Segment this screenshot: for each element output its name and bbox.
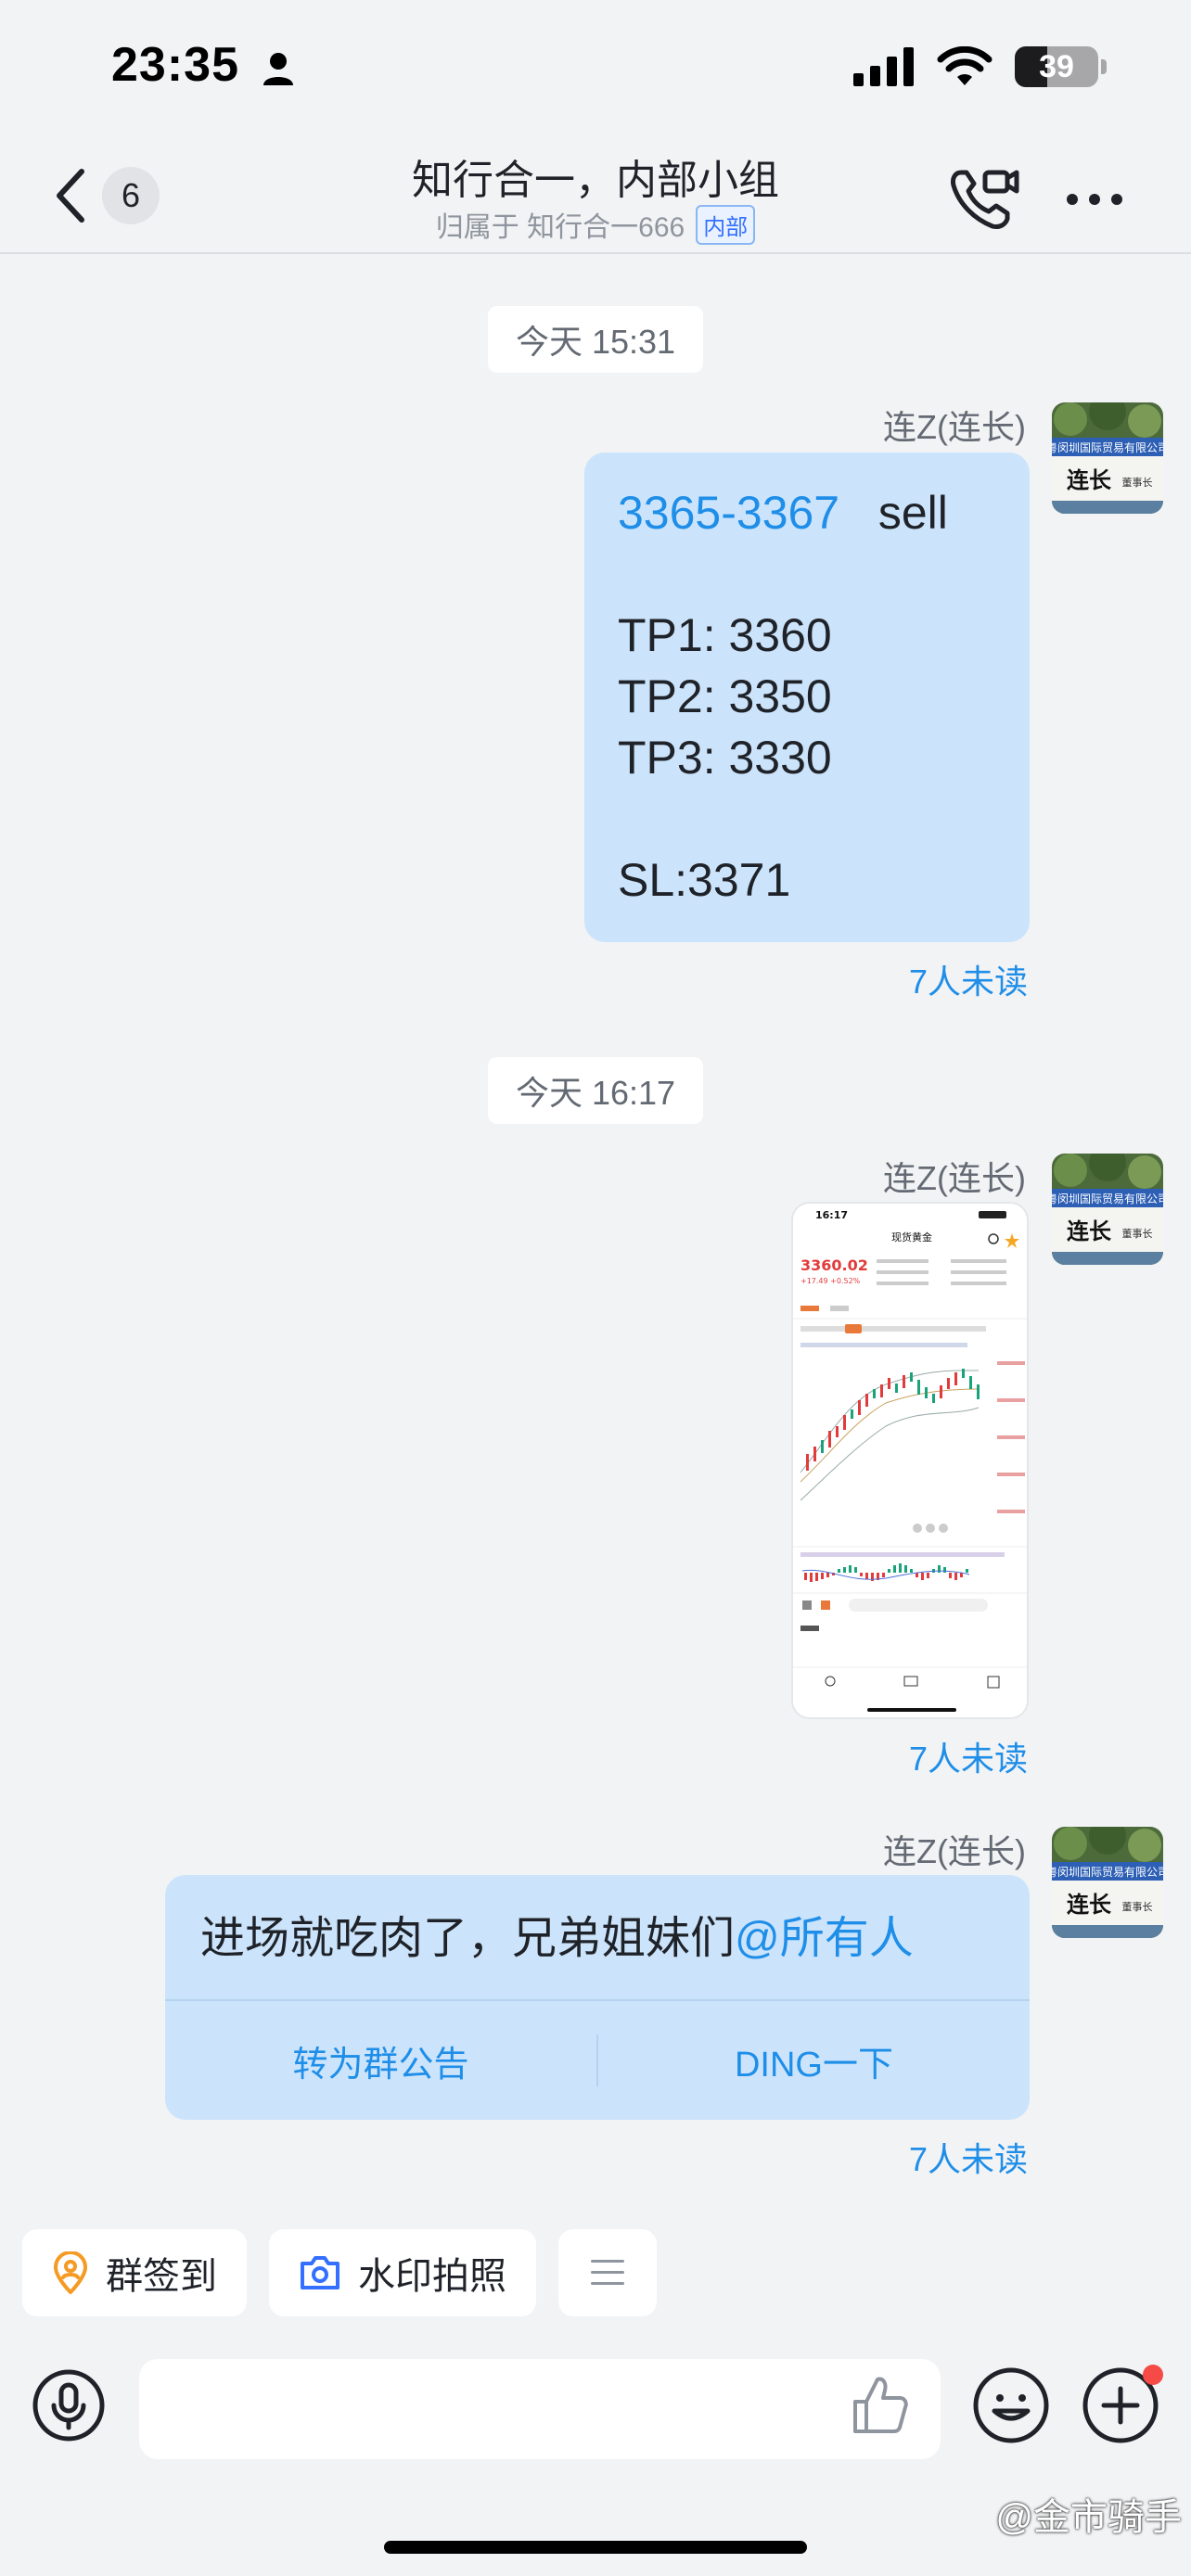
svg-text:连长: 连长 [1067, 1891, 1112, 1918]
trade-action: sell [877, 487, 948, 539]
video-call-icon[interactable] [946, 161, 1020, 236]
trade-entry-line: 3365-3367 sell [618, 482, 996, 543]
person-icon [263, 53, 293, 85]
svg-text:现货黄金: 现货黄金 [891, 1231, 932, 1243]
menu-icon [591, 2260, 624, 2285]
svg-text:粤闵圳国际贸易有限公司: 粤闵圳国际贸易有限公司 [1052, 1192, 1163, 1205]
ding-button[interactable]: DING一下 [598, 2035, 1030, 2086]
quick-menu-button[interactable] [558, 2229, 657, 2316]
status-icons: 39 [853, 46, 1107, 87]
quick-actions: 群签到 水印拍照 [22, 2229, 657, 2316]
avatar-image: 粤闵圳国际贸易有限公司 连长 董事长 [1052, 1827, 1163, 1938]
message-body: 进场就吃肉了，兄弟姐妹们 [200, 1914, 736, 1963]
svg-text:董事长: 董事长 [1122, 1228, 1153, 1240]
notification-dot [1143, 2365, 1163, 2385]
chart-screenshot-image[interactable]: 16:17 现货黄金 3360.02 +17.49 +0.52% [791, 1202, 1029, 1719]
microphone-icon[interactable] [32, 2368, 106, 2442]
home-indicator[interactable] [384, 2541, 807, 2554]
message-text: 进场就吃肉了，兄弟姐妹们@所有人 [200, 1901, 914, 1966]
svg-text:+17.49 +0.52%: +17.49 +0.52% [800, 1277, 861, 1285]
avatar-image: 粤闵圳国际贸易有限公司 连长 董事长 [1052, 1154, 1163, 1265]
avatar[interactable]: 粤闵圳国际贸易有限公司 连长 董事长 [1052, 402, 1163, 514]
svg-text:连长: 连长 [1067, 1218, 1112, 1244]
svg-text:董事长: 董事长 [1122, 1901, 1153, 1913]
svg-text:粤闵圳国际贸易有限公司: 粤闵圳国际贸易有限公司 [1052, 1865, 1163, 1879]
time-divider: 今天 15:31 [488, 306, 703, 373]
watermark-text: @金市骑手 [995, 2497, 1182, 2538]
svg-text:连长: 连长 [1067, 466, 1112, 493]
mention-all[interactable]: @所有人 [735, 1914, 914, 1963]
checkin-button[interactable]: 群签到 [22, 2229, 247, 2316]
message-input[interactable] [139, 2359, 941, 2459]
emoji-icon[interactable] [972, 2366, 1050, 2444]
svg-text:粤闵圳国际贸易有限公司: 粤闵圳国际贸易有限公司 [1052, 440, 1163, 454]
thumbs-up-icon[interactable] [852, 2374, 909, 2435]
dot [1111, 194, 1122, 205]
camera-icon [301, 2256, 339, 2289]
message-actions: 转为群公告 DING一下 [165, 2001, 1030, 2120]
sender-name: 连Z(连长) [883, 408, 1026, 446]
price-range-link[interactable]: 3365-3367 [618, 487, 839, 539]
take-profit-1: TP1: 3360 [618, 609, 832, 661]
take-profit-3: TP3: 3330 [618, 732, 832, 784]
battery-text: 39 [1039, 48, 1074, 84]
battery-cap [1101, 59, 1107, 74]
message-bubble[interactable]: 3365-3367 sell TP1: 3360 TP2: 3350 TP3: … [584, 453, 1030, 942]
location-pin-icon [54, 2251, 87, 2294]
battery-indicator: 39 [1015, 46, 1107, 87]
avatar-image: 粤闵圳国际贸易有限公司 连长 董事长 [1052, 402, 1163, 514]
time-divider: 今天 16:17 [488, 1057, 703, 1124]
more-options-button[interactable] [1057, 176, 1132, 223]
checkin-label: 群签到 [106, 2256, 217, 2297]
wifi-icon [937, 46, 992, 85]
dot [1089, 194, 1100, 205]
avatar[interactable]: 粤闵圳国际贸易有限公司 连长 董事长 [1052, 1827, 1163, 1938]
unread-status[interactable]: 7人未读 [909, 2133, 1028, 2181]
watermark-photo-label: 水印拍照 [358, 2256, 506, 2297]
svg-text:16:17: 16:17 [815, 1209, 848, 1221]
svg-text:董事长: 董事长 [1122, 477, 1153, 489]
unread-status[interactable]: 7人未读 [909, 955, 1028, 1003]
stop-loss: SL:3371 [618, 854, 791, 906]
avatar[interactable]: 粤闵圳国际贸易有限公司 连长 董事长 [1052, 1154, 1163, 1265]
status-time: 23:35 [111, 38, 239, 92]
take-profit-2: TP2: 3350 [618, 670, 832, 722]
svg-text:3360.02: 3360.02 [800, 1256, 868, 1274]
status-bar: 23:35 39 [0, 0, 1191, 139]
nav-bar: 6 知行合一，内部小组 归属于 知行合一666 内部 [0, 139, 1191, 254]
sender-name: 连Z(连长) [883, 1832, 1026, 1870]
sender-name: 连Z(连长) [883, 1159, 1026, 1197]
internal-badge: 内部 [696, 204, 756, 245]
input-bar [0, 2346, 1191, 2476]
signal-icon [853, 47, 914, 86]
watermark-photo-button[interactable]: 水印拍照 [269, 2229, 536, 2316]
group-owner-text: 归属于 知行合一666 [435, 212, 685, 243]
dot [1067, 194, 1078, 205]
chart-screenshot: 16:17 现货黄金 3360.02 +17.49 +0.52% [793, 1204, 1027, 1717]
set-announcement-button[interactable]: 转为群公告 [165, 2035, 596, 2086]
unread-status[interactable]: 7人未读 [909, 1732, 1028, 1780]
message-bubble[interactable]: 进场就吃肉了，兄弟姐妹们@所有人 转为群公告 DING一下 [165, 1875, 1030, 2120]
